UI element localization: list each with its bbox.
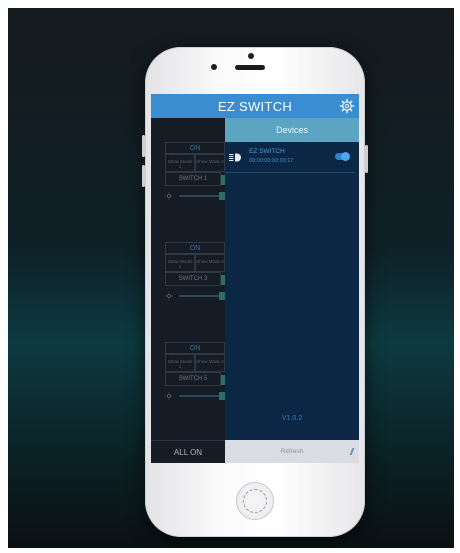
toggle-knob <box>341 152 350 161</box>
switch-label[interactable]: SWITCH 5 <box>165 372 221 386</box>
brightness-icon <box>165 392 173 400</box>
refresh-button[interactable]: Refresh <box>225 440 359 463</box>
device-list-item[interactable]: EZ SWITCH 00:00:00:00:00:17 <box>225 142 355 173</box>
brightness-slider[interactable] <box>165 392 225 400</box>
brightness-icon <box>165 292 173 300</box>
volume-button <box>142 135 145 157</box>
brightness-slider[interactable] <box>165 192 225 200</box>
switch-card: ON Show Model 1 Show Mode 2 SWITCH 3 <box>165 242 225 302</box>
devices-drawer: Devices EZ SWITCH 00:00:00:00:00:17 V1.0… <box>225 118 359 463</box>
home-button[interactable] <box>236 482 274 520</box>
show-mode-2-button[interactable]: Show Mode 2 <box>195 154 225 172</box>
switch-list: ON Show Model 1 Show Mode 2 SWITCH 1 ON … <box>151 118 225 463</box>
switch-label[interactable]: SWITCH 3 <box>165 272 221 286</box>
volume-button <box>142 165 145 187</box>
device-name: EZ SWITCH <box>249 148 285 155</box>
front-camera <box>248 53 254 59</box>
home-button-ring <box>243 489 267 513</box>
show-mode-2-button[interactable]: Show Mode 2 <box>195 354 225 372</box>
show-mode-1-button[interactable]: Show Model 1 <box>165 154 195 172</box>
on-button[interactable]: ON <box>165 142 225 154</box>
brightness-icon <box>165 192 173 200</box>
phone-frame: EZ SWITCH ON Show Model 1 Show Mode 2 SW… <box>142 47 368 537</box>
brightness-slider[interactable] <box>165 292 225 300</box>
all-on-button[interactable]: ALL ON <box>151 440 225 463</box>
earpiece-speaker <box>235 65 265 70</box>
version-label: V1.0.2 <box>281 415 303 422</box>
device-toggle[interactable] <box>335 152 350 161</box>
background: EZ SWITCH ON Show Model 1 Show Mode 2 SW… <box>8 8 454 548</box>
app-title: EZ SWITCH <box>217 98 293 114</box>
device-mac-address: 00:00:00:00:00:17 <box>249 158 294 164</box>
app-bar: EZ SWITCH <box>151 94 359 118</box>
app-screen: EZ SWITCH ON Show Model 1 Show Mode 2 SW… <box>151 94 359 463</box>
switch-card: ON Show Model 1 Show Mode 2 SWITCH 5 <box>165 342 225 402</box>
switch-card: ON Show Model 1 Show Mode 2 SWITCH 1 <box>165 142 225 202</box>
sensor <box>211 64 217 70</box>
show-mode-1-button[interactable]: Show Model 1 <box>165 354 195 372</box>
drawer-title: Devices <box>225 118 359 142</box>
power-button <box>365 145 368 173</box>
scroll-indicator <box>349 448 355 455</box>
refresh-label: Refresh <box>280 448 304 455</box>
headlight-icon <box>229 153 241 162</box>
show-mode-2-button[interactable]: Show Mode 2 <box>195 254 225 272</box>
on-button[interactable]: ON <box>165 242 225 254</box>
switch-label[interactable]: SWITCH 1 <box>165 172 221 186</box>
on-button[interactable]: ON <box>165 342 225 354</box>
gear-icon[interactable] <box>339 98 355 114</box>
show-mode-1-button[interactable]: Show Model 1 <box>165 254 195 272</box>
